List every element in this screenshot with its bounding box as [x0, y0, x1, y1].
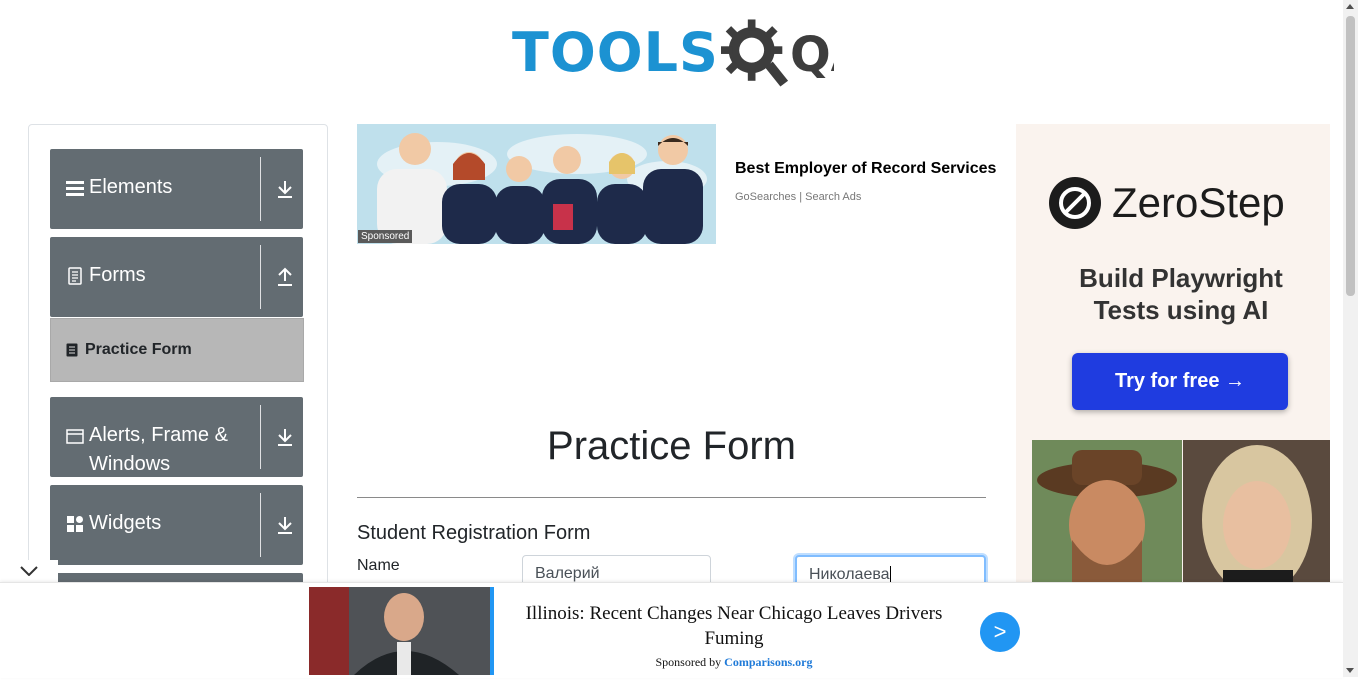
zerostep-brand: ZeroStep: [1112, 179, 1285, 226]
divider: [357, 497, 986, 498]
last-name-value: Николаева: [809, 566, 890, 583]
sidebar-group-title: Elements: [89, 176, 173, 198]
widgets-icon: [67, 516, 83, 532]
ad-tagline: Build Playwright Tests using AI: [1016, 262, 1330, 326]
download-arrow-icon[interactable]: [276, 427, 294, 447]
logo-suffix: QA: [790, 28, 834, 83]
bottom-ad-image[interactable]: [309, 587, 490, 675]
collapse-ad-button[interactable]: [0, 560, 58, 582]
ad-tagline-line2: Tests using AI: [1093, 295, 1269, 325]
divider: [260, 157, 261, 221]
business-people-illustration: [357, 124, 716, 244]
bottom-ad-headline[interactable]: Illinois: Recent Changes Near Chicago Le…: [505, 601, 963, 651]
sponsor-link[interactable]: Comparisons.org: [724, 655, 812, 669]
divider: [260, 405, 261, 469]
divider: [260, 245, 261, 309]
form-title: Student Registration Form: [357, 522, 591, 544]
document-icon: [68, 267, 82, 285]
ad-source[interactable]: GoSearches | Search Ads: [735, 191, 861, 203]
divider: [260, 493, 261, 557]
form-icon: [66, 343, 78, 357]
zerostep-ad[interactable]: ZeroStep Build Playwright Tests using AI…: [1016, 124, 1330, 584]
page-scrollbar[interactable]: [1343, 0, 1358, 677]
sidebar-group-alerts[interactable]: Alerts, Frame & Windows: [50, 397, 303, 477]
scroll-down-arrow-icon[interactable]: [1346, 668, 1354, 673]
zerostep-logo-icon: [1049, 177, 1101, 229]
sidebar-item-practice-form[interactable]: Practice Form: [50, 318, 304, 382]
sidebar-group-forms[interactable]: Forms: [50, 237, 303, 317]
scrollbar-thumb[interactable]: [1346, 16, 1355, 296]
sponsored-tag: Sponsored: [358, 230, 413, 243]
window-icon: [66, 429, 84, 444]
sidebar-group-widgets[interactable]: Widgets: [50, 485, 303, 565]
page-title: Practice Form: [547, 424, 796, 468]
download-arrow-icon[interactable]: [276, 179, 294, 199]
try-for-free-button[interactable]: Try for free →: [1072, 353, 1288, 410]
scroll-up-arrow-icon[interactable]: [1346, 4, 1354, 9]
sidebar-group-title: Forms: [89, 264, 146, 286]
sponsor-prefix: Sponsored by: [655, 655, 722, 669]
chevron-down-icon: [20, 566, 38, 576]
ad-title-link[interactable]: Best Employer of Record Services: [735, 160, 996, 178]
ad-tagline-line1: Build Playwright: [1079, 263, 1283, 293]
sidebar-item-label: Practice Form: [85, 341, 192, 358]
sidebar-group-title: Widgets: [89, 512, 162, 534]
hamburger-icon: [66, 181, 84, 196]
sidebar-group-elements[interactable]: Elements: [50, 149, 303, 229]
ad-banner-image[interactable]: Sponsored: [357, 124, 716, 244]
ad-photo-man: [1032, 440, 1182, 584]
upload-arrow-icon[interactable]: [276, 267, 294, 287]
sidebar-group-title: Alerts, Frame & Windows: [89, 424, 228, 475]
sidebar: Elements Forms Practice Form Alerts, Fra…: [28, 124, 328, 596]
gear-magnifier-icon: QA: [720, 19, 834, 87]
toolsqa-logo[interactable]: TOOLS QA: [512, 16, 834, 90]
ad-photo-woman: [1183, 440, 1330, 584]
bottom-ad-bar[interactable]: Illinois: Recent Changes Near Chicago Le…: [0, 582, 1343, 678]
download-arrow-icon[interactable]: [276, 515, 294, 535]
bottom-ad-sponsor: Sponsored by Comparisons.org: [505, 655, 963, 670]
name-label: Name: [357, 557, 400, 574]
logo-text: TOOLS: [512, 21, 719, 84]
bottom-ad-go-button[interactable]: >: [980, 612, 1020, 652]
accent-stripe: [490, 587, 494, 675]
